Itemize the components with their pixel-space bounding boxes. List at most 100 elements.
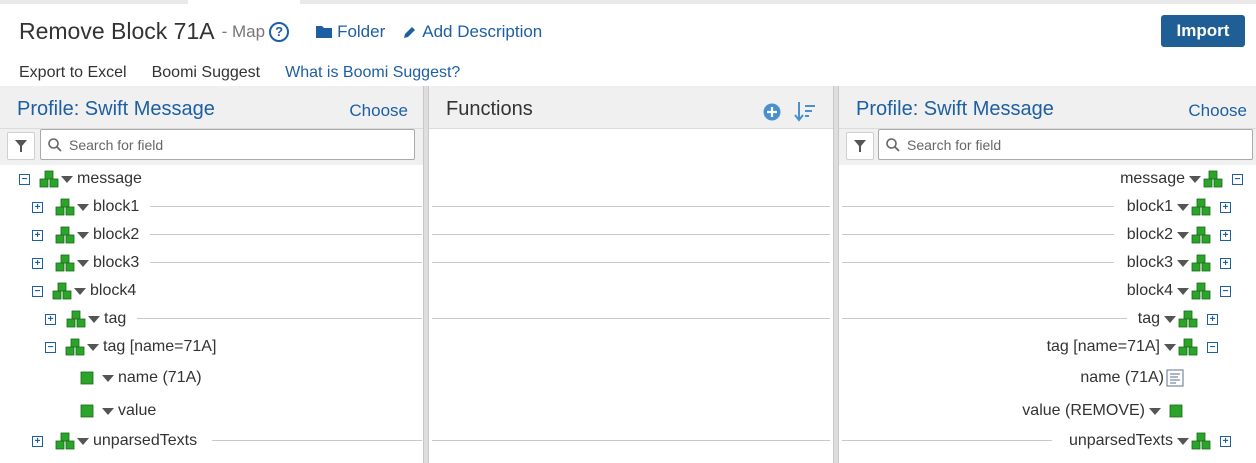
- chevron-down-icon[interactable]: [74, 287, 86, 295]
- chevron-down-icon[interactable]: [88, 315, 100, 323]
- left-choose-link[interactable]: Choose: [349, 101, 408, 121]
- search-icon: [48, 137, 62, 152]
- expand-icon[interactable]: +: [32, 435, 43, 447]
- tree-node[interactable]: − block4: [32, 279, 136, 303]
- functions-panel-header: Functions: [429, 86, 833, 129]
- chevron-down-icon[interactable]: [77, 437, 89, 445]
- question-circle-icon[interactable]: ?: [269, 21, 290, 42]
- tree-node[interactable]: name (71A): [80, 366, 202, 390]
- right-panel-title: Profile: Swift Message: [856, 98, 1054, 120]
- left-search-row: [0, 129, 423, 165]
- collapse-icon[interactable]: −: [1207, 341, 1218, 353]
- element-group-icon: [39, 170, 59, 188]
- tree-node[interactable]: + block1: [32, 195, 139, 219]
- chevron-down-icon[interactable]: [1177, 437, 1189, 445]
- element-group-icon: [55, 432, 75, 450]
- tree-node[interactable]: − message: [19, 167, 142, 191]
- chevron-down-icon[interactable]: [1149, 407, 1161, 415]
- folder-link[interactable]: Folder: [316, 22, 385, 42]
- collapse-icon[interactable]: −: [19, 173, 30, 185]
- chevron-down-icon[interactable]: [1177, 287, 1189, 295]
- tree-node[interactable]: block3 +: [1127, 251, 1231, 275]
- expand-icon[interactable]: +: [1220, 201, 1231, 213]
- tree-node[interactable]: value: [80, 399, 156, 423]
- element-group-icon: [1203, 170, 1223, 188]
- tree-node[interactable]: block2 +: [1127, 223, 1231, 247]
- chevron-down-icon[interactable]: [77, 203, 89, 211]
- chevron-down-icon[interactable]: [61, 175, 73, 183]
- filter-icon: [15, 140, 27, 152]
- tree-node[interactable]: block4 −: [1127, 279, 1231, 303]
- left-search-input[interactable]: [69, 136, 369, 153]
- import-button[interactable]: Import: [1161, 15, 1245, 47]
- page-header: Remove Block 71A - Map ? Folder Add Desc…: [0, 4, 1256, 86]
- expand-icon[interactable]: +: [1220, 229, 1231, 241]
- tree-node[interactable]: + tag: [45, 307, 126, 331]
- expand-icon[interactable]: +: [45, 313, 56, 325]
- plus-circle-icon[interactable]: [763, 103, 781, 121]
- tree-node[interactable]: + unparsedTexts: [32, 429, 197, 453]
- chevron-down-icon[interactable]: [77, 231, 89, 239]
- default-value-icon[interactable]: [1166, 369, 1184, 387]
- tree-node[interactable]: − tag [name=71A]: [45, 335, 216, 359]
- tree-node[interactable]: unparsedTexts +: [1069, 429, 1231, 453]
- page-title: Remove Block 71A: [19, 18, 215, 44]
- left-panel-header: Profile: Swift Message Choose: [0, 86, 423, 129]
- what-is-boomi-suggest-link[interactable]: What is Boomi Suggest?: [285, 64, 460, 82]
- element-group-icon: [1191, 198, 1211, 216]
- functions-area: [429, 129, 833, 165]
- element-group-icon: [1191, 432, 1211, 450]
- left-search-box: [40, 129, 415, 160]
- filter-icon: [854, 140, 866, 152]
- chevron-down-icon[interactable]: [1177, 259, 1189, 267]
- expand-icon[interactable]: +: [32, 229, 43, 241]
- chevron-down-icon[interactable]: [1164, 315, 1176, 323]
- expand-icon[interactable]: +: [1220, 435, 1231, 447]
- chevron-down-icon[interactable]: [1177, 231, 1189, 239]
- element-group-icon: [1178, 338, 1198, 356]
- expand-icon[interactable]: +: [1207, 313, 1218, 325]
- chevron-down-icon[interactable]: [102, 374, 114, 382]
- tree-node[interactable]: tag [name=71A] −: [1047, 335, 1218, 359]
- tree-node[interactable]: value (REMOVE): [1022, 399, 1183, 423]
- element-field-icon: [80, 404, 94, 418]
- element-group-icon: [55, 254, 75, 272]
- right-panel-header: Profile: Swift Message Choose: [839, 86, 1256, 129]
- right-search-box: [878, 129, 1253, 160]
- chevron-down-icon[interactable]: [77, 259, 89, 267]
- tree-node[interactable]: + block3: [32, 251, 139, 275]
- element-group-icon: [66, 310, 86, 328]
- chevron-down-icon[interactable]: [1164, 343, 1176, 351]
- right-choose-link[interactable]: Choose: [1188, 101, 1247, 121]
- expand-icon[interactable]: +: [32, 201, 43, 213]
- tree-node[interactable]: block1 +: [1127, 195, 1231, 219]
- add-description-link[interactable]: Add Description: [403, 22, 542, 42]
- tree-node[interactable]: message −: [1120, 167, 1243, 191]
- tree-node[interactable]: name (71A): [1080, 366, 1184, 390]
- folder-icon: [316, 26, 333, 38]
- collapse-icon[interactable]: −: [45, 341, 56, 353]
- element-group-icon: [52, 282, 72, 300]
- chevron-down-icon[interactable]: [1177, 203, 1189, 211]
- tree-node[interactable]: tag +: [1138, 307, 1218, 331]
- chevron-down-icon[interactable]: [1189, 175, 1201, 183]
- collapse-icon[interactable]: −: [32, 285, 43, 297]
- collapse-icon[interactable]: −: [1220, 285, 1231, 297]
- right-search-input[interactable]: [907, 136, 1207, 153]
- expand-icon[interactable]: +: [32, 257, 43, 269]
- collapse-icon[interactable]: −: [1232, 173, 1243, 185]
- chevron-down-icon[interactable]: [102, 407, 114, 415]
- sort-icon[interactable]: [794, 101, 816, 123]
- search-icon: [886, 137, 900, 152]
- tree-node[interactable]: + block2: [32, 223, 139, 247]
- left-panel-title: Profile: Swift Message: [17, 98, 215, 120]
- export-to-excel-link[interactable]: Export to Excel: [19, 64, 127, 82]
- element-field-icon: [80, 371, 94, 385]
- right-search-row: [839, 129, 1256, 165]
- element-group-icon: [1178, 310, 1198, 328]
- boomi-suggest-link[interactable]: Boomi Suggest: [152, 64, 261, 82]
- expand-icon[interactable]: +: [1220, 257, 1231, 269]
- filter-button[interactable]: [7, 132, 35, 160]
- filter-button[interactable]: [846, 132, 874, 160]
- chevron-down-icon[interactable]: [87, 343, 99, 351]
